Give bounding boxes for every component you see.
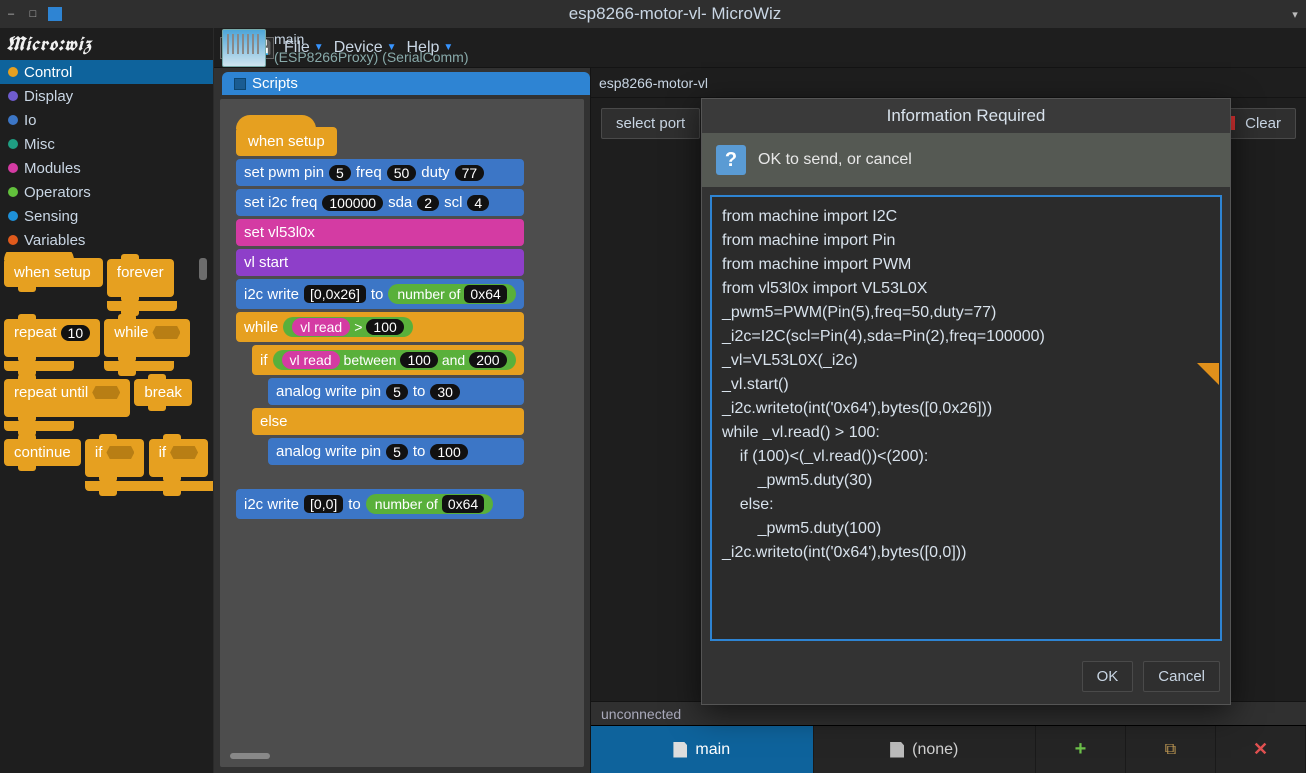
canvas-scrollbar[interactable] [230,753,270,759]
palette-when-setup[interactable]: when setup [4,258,103,287]
plus-icon: + [1075,738,1087,761]
block-analog-write-1[interactable]: analog write pin5to30 [268,378,524,405]
duplicate-tab-button[interactable]: ⧉ [1126,726,1216,773]
add-tab-button[interactable]: + [1036,726,1126,773]
window-minimize-button[interactable]: – [0,6,22,22]
bottom-bar: main (none) + ⧉ ✕ [591,725,1306,773]
palette-continue[interactable]: continue [4,439,81,466]
category-sensing[interactable]: Sensing [0,204,213,228]
sidebar: Micro:wiz Control Display Io Misc Module… [0,28,214,773]
palette-while[interactable]: while [104,319,190,357]
project-name: main [274,31,469,47]
block-set-pwm[interactable]: set pwm pin5 freq50 duty77 [236,159,524,186]
question-icon: ? [716,145,746,175]
block-while[interactable]: while vl read > 100 [236,312,524,342]
palette-if-else[interactable]: if [149,439,209,477]
dialog-information-required: Information Required ? OK to send, or ca… [701,98,1231,705]
dialog-message: OK to send, or cancel [758,151,912,169]
block-palette: when setup forever repeat10 while repeat… [0,252,213,773]
category-operators[interactable]: Operators [0,180,213,204]
ok-button[interactable]: OK [1082,661,1134,692]
palette-forever[interactable]: forever [107,259,174,297]
terminal-tabstrip: esp8266-motor-vl [591,68,1306,98]
bottom-tab-main[interactable]: main [591,726,814,773]
titlebar: – □ esp8266-motor-vl- MicroWiz ▾ [0,0,1306,28]
palette-repeat[interactable]: repeat10 [4,319,100,357]
block-vl-start[interactable]: vl start [236,249,524,276]
block-if[interactable]: if vl read between 100 and 200 [252,345,524,375]
copy-icon: ⧉ [1165,741,1176,759]
category-misc[interactable]: Misc [0,132,213,156]
close-tab-button[interactable]: ✕ [1216,726,1306,773]
dialog-code-textarea[interactable] [710,195,1222,641]
palette-break[interactable]: break [134,379,192,406]
document-icon [673,742,687,758]
palette-scrollbar[interactable] [199,258,207,280]
block-set-vl53l0x[interactable]: set vl53l0x [236,219,524,246]
category-display[interactable]: Display [0,84,213,108]
tab-scripts[interactable]: Scripts [222,72,590,95]
terminal-tab-name[interactable]: esp8266-motor-vl [599,75,708,91]
block-else[interactable]: else [252,408,524,435]
window-maximize-button[interactable]: □ [22,6,44,22]
dialog-title: Information Required [702,99,1230,133]
category-modules[interactable]: Modules [0,156,213,180]
block-analog-write-2[interactable]: analog write pin5to100 [268,438,524,465]
bottom-tab-none[interactable]: (none) [814,726,1037,773]
block-i2c-write-1[interactable]: i2c write[0,0x26] tonumber of0x64 [236,279,524,309]
palette-if[interactable]: if [85,439,145,477]
block-set-i2c[interactable]: set i2c freq100000 sda2 scl4 [236,189,524,216]
close-icon: ✕ [1253,739,1268,760]
document-icon [890,742,904,758]
block-when-setup[interactable]: when setup [236,127,337,156]
scripts-canvas[interactable]: when setup set pwm pin5 freq50 duty77 se… [220,99,584,767]
block-i2c-write-2[interactable]: i2c write[0,0] tonumber of0x64 [236,489,524,519]
app-icon [48,7,62,21]
project-proxy: (ESP8266Proxy) (SerialComm) [274,49,469,65]
category-list: Control Display Io Misc Modules Operator… [0,60,213,252]
corner-fold-icon [1197,363,1219,385]
category-io[interactable]: Io [0,108,213,132]
cancel-button[interactable]: Cancel [1143,661,1220,692]
scripts-panel: main (ESP8266Proxy) (SerialComm) Scripts… [214,68,591,773]
logo: Micro:wiz [0,28,213,58]
device-thumbnail[interactable] [222,29,266,67]
select-port-button[interactable]: select port [601,108,700,139]
category-control[interactable]: Control [0,60,213,84]
window-title: esp8266-motor-vl- MicroWiz [66,4,1284,24]
palette-repeat-until[interactable]: repeat until [4,379,130,417]
window-menu-button[interactable]: ▾ [1284,6,1306,22]
category-variables[interactable]: Variables [0,228,213,252]
